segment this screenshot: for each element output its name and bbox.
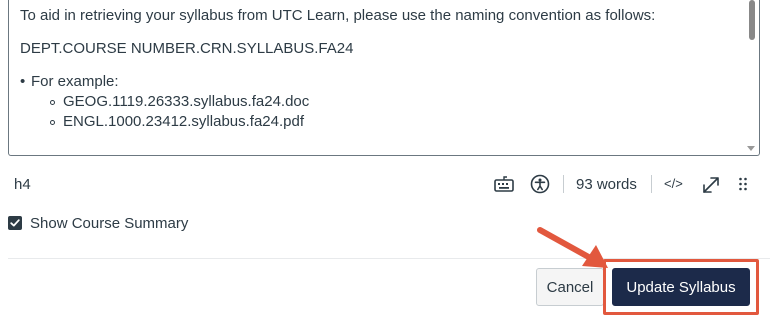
show-course-summary-checkbox[interactable] [8, 216, 22, 230]
update-syllabus-button[interactable]: Update Syllabus [612, 268, 750, 306]
resize-grip-icon[interactable] [738, 174, 748, 194]
circle-bullet-icon [50, 100, 55, 105]
cancel-button[interactable]: Cancel [536, 268, 604, 306]
accessibility-icon[interactable] [530, 174, 550, 194]
checkmark-icon [10, 219, 20, 227]
divider [8, 258, 770, 259]
expand-icon[interactable] [700, 174, 722, 194]
element-path[interactable]: h4 [14, 176, 31, 193]
html-editor-toggle[interactable]: </> [664, 176, 683, 191]
editor-paragraph-convention: DEPT.COURSE NUMBER.CRN.SYLLABUS.FA24 [20, 40, 354, 57]
list-item: ENGL.1000.23412.syllabus.fa24.pdf [20, 112, 735, 132]
circle-bullet-icon [50, 120, 55, 125]
list-item: • For example: [20, 72, 735, 92]
annotation-arrow-icon [537, 227, 608, 268]
editor-status-bar: h4 93 words </> [0, 170, 770, 198]
scroll-down-arrow-icon[interactable] [747, 146, 755, 151]
list-item: GEOG.1119.26333.syllabus.fa24.doc [20, 92, 735, 112]
example-filename: ENGL.1000.23412.syllabus.fa24.pdf [63, 113, 305, 130]
example-filename: GEOG.1119.26333.syllabus.fa24.doc [63, 93, 310, 110]
bullet-icon: • [20, 73, 26, 90]
list-item-label: For example: [31, 73, 119, 90]
show-course-summary-label[interactable]: Show Course Summary [30, 215, 188, 232]
editor-content[interactable]: To aid in retrieving your syllabus from … [20, 6, 735, 132]
example-list: • For example: GEOG.1119.26333.syllabus.… [20, 72, 735, 132]
editor-paragraph-instructions: To aid in retrieving your syllabus from … [20, 7, 656, 24]
keyboard-icon[interactable] [493, 174, 515, 194]
separator [651, 175, 652, 193]
word-count: 93 words [576, 176, 637, 193]
rich-text-editor[interactable]: To aid in retrieving your syllabus from … [8, 0, 760, 156]
separator [563, 175, 564, 193]
scrollbar-thumb[interactable] [749, 0, 755, 40]
editor-scrollbar[interactable] [743, 0, 759, 155]
